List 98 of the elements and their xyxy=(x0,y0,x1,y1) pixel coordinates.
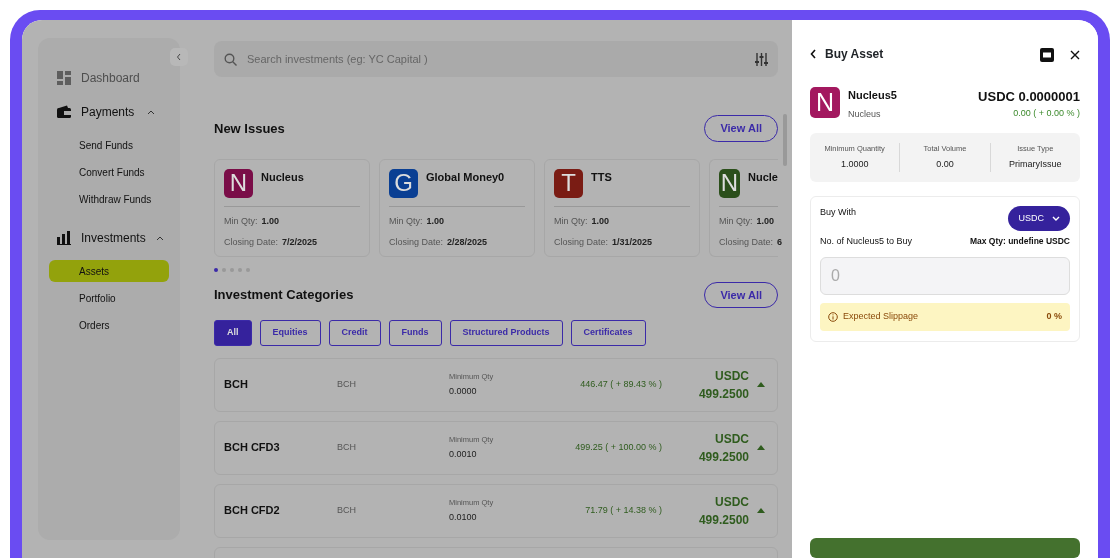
close-icon xyxy=(1070,49,1080,60)
field-label: Min Qty: xyxy=(554,214,588,228)
search-field[interactable]: Search investments (eg: YC Capital ) xyxy=(214,41,778,77)
asset-symbol: BCH xyxy=(337,377,357,391)
issue-card[interactable]: N Nucleus Min Qty: 1.00 Closing Date: 7/2/2025 xyxy=(214,158,370,257)
up-arrow-icon xyxy=(757,382,765,387)
collapse-button[interactable] xyxy=(170,48,188,66)
filter-tab[interactable]: Certificates xyxy=(570,320,646,346)
asset-name: BCH CFD3 xyxy=(224,440,281,456)
filter-tab[interactable]: Equities xyxy=(259,320,321,346)
asset-issuer: Nucleus xyxy=(848,107,882,121)
back-icon xyxy=(810,49,817,59)
stat-value: 0.00 xyxy=(935,158,955,172)
issue-card[interactable]: G Global Money0 Min Qty: 1.00 Closing Date: 2/28/2025 xyxy=(379,158,535,257)
dashboard-icon xyxy=(57,71,71,85)
issue-logo: G xyxy=(389,168,418,198)
min-qty-value: 0.0010 xyxy=(449,447,478,461)
buy-button[interactable] xyxy=(810,538,1080,558)
field-value: 1.00 xyxy=(756,214,775,228)
field-label: Min Qty: xyxy=(389,214,423,228)
sidebar-subitem[interactable]: Assets xyxy=(49,260,169,282)
section-title: New Issues xyxy=(214,119,285,138)
search-field[interactable]: Search investments (eg: YC Capital ) xyxy=(245,49,747,69)
issue-name: TTS xyxy=(591,169,612,185)
info-icon xyxy=(828,311,838,322)
up-arrow-icon xyxy=(757,508,765,513)
field-value: 2/28/2025 xyxy=(447,236,488,249)
field-value: 1.00 xyxy=(591,214,610,228)
price-value: 499.2500 xyxy=(697,448,749,466)
field-value: 7/2/2025 xyxy=(282,236,318,249)
sidebar-item[interactable]: Investments xyxy=(49,226,169,250)
chevron-icon xyxy=(147,108,155,116)
window-icon xyxy=(1040,47,1054,62)
stat-value: PrimaryIssue xyxy=(1008,158,1063,172)
chevron-icon xyxy=(155,234,164,242)
price-change: 71.79 ( + 14.38 % ) xyxy=(584,503,662,517)
issue-name: Nucleus xyxy=(261,169,304,185)
asset-logo: N xyxy=(810,87,840,118)
asset-price: USDC 0.0000001 xyxy=(978,88,1080,106)
filter-tab[interactable]: Funds xyxy=(388,320,442,346)
asset-symbol: BCH xyxy=(337,503,357,517)
price-currency: USDC xyxy=(714,367,749,385)
slippage-value: 0 % xyxy=(1046,310,1062,323)
sidebar-item[interactable]: Payments xyxy=(49,100,169,124)
issue-logo: N xyxy=(224,168,253,198)
price-currency: USDC xyxy=(714,430,749,448)
price-value: 499.2500 xyxy=(697,385,749,403)
field-label: Min Qty: xyxy=(719,214,753,228)
field-value: 1.00 xyxy=(261,214,280,228)
filter-tab[interactable]: Structured Products xyxy=(449,320,563,346)
issue-name: Nucle xyxy=(748,169,778,185)
min-qty-value: 0.0000 xyxy=(449,384,478,398)
max-quantity: Max Qty: undefine USDC xyxy=(969,235,1070,249)
quantity-label: No. of Nucleus5 to Buy xyxy=(820,235,913,249)
sidebar-subitem[interactable]: Orders xyxy=(49,314,169,336)
asset-name: BCH CFD2 xyxy=(224,503,281,519)
issue-card[interactable]: T TTS Min Qty: 1.00 Closing Date: 1/31/2025 xyxy=(544,158,700,257)
issue-name: Global Money0 xyxy=(426,169,505,185)
sidebar-subitem[interactable]: Withdraw Funds xyxy=(49,188,169,210)
back-button[interactable]: Buy Asset xyxy=(810,45,884,63)
stat-value: 1.0000 xyxy=(839,158,870,172)
field-label: Min Qty: xyxy=(224,214,258,228)
search-icon xyxy=(224,52,237,66)
chevron-left-icon xyxy=(176,53,182,61)
chevron-icon xyxy=(1052,216,1060,221)
section-title: Investment Categories xyxy=(214,286,354,304)
price-currency: USDC xyxy=(714,493,749,511)
asset-name: BCH xyxy=(224,377,249,393)
field-value: 1/31/2025 xyxy=(612,236,653,249)
amount-field[interactable]: 0 xyxy=(820,256,1070,295)
price-change: 0.00 ( + 0.00 % ) xyxy=(1012,106,1080,120)
sidebar-subitem[interactable]: Convert Funds xyxy=(49,161,169,183)
up-arrow-icon xyxy=(757,445,765,450)
field-label: Closing Date: xyxy=(224,236,279,249)
filter-icon xyxy=(755,52,768,66)
price-change: 499.25 ( + 100.00 % ) xyxy=(574,440,662,454)
sidebar-subitem[interactable]: Portfolio xyxy=(49,287,169,309)
price-value: 499.2500 xyxy=(697,511,749,529)
price-change: 446.47 ( + 89.43 % ) xyxy=(579,377,662,391)
issue-logo: T xyxy=(554,168,583,198)
field-label: Closing Date: xyxy=(389,236,444,249)
filter-tab[interactable]: All xyxy=(214,320,252,346)
asset-name: Nucleus5 xyxy=(848,88,898,103)
carousel-dot[interactable] xyxy=(214,267,218,272)
buy-with-label: Buy With xyxy=(820,205,856,219)
wallet-icon xyxy=(57,105,71,119)
slippage-label: Expected Slippage xyxy=(843,310,920,323)
field-label: Closing Date: xyxy=(554,236,609,249)
min-qty-value: 0.0100 xyxy=(449,510,478,524)
field-value: 6 xyxy=(777,236,783,249)
issue-logo: N xyxy=(719,168,741,198)
field-value: 1.00 xyxy=(426,214,445,228)
filter-tab[interactable]: Credit xyxy=(328,320,381,346)
bar-chart-icon xyxy=(57,231,71,245)
asset-symbol: BCH xyxy=(337,440,357,454)
field-label: Closing Date: xyxy=(719,236,774,249)
currency-dropdown[interactable]: USDC xyxy=(1008,205,1070,232)
sidebar-subitem[interactable]: Send Funds xyxy=(49,134,169,156)
